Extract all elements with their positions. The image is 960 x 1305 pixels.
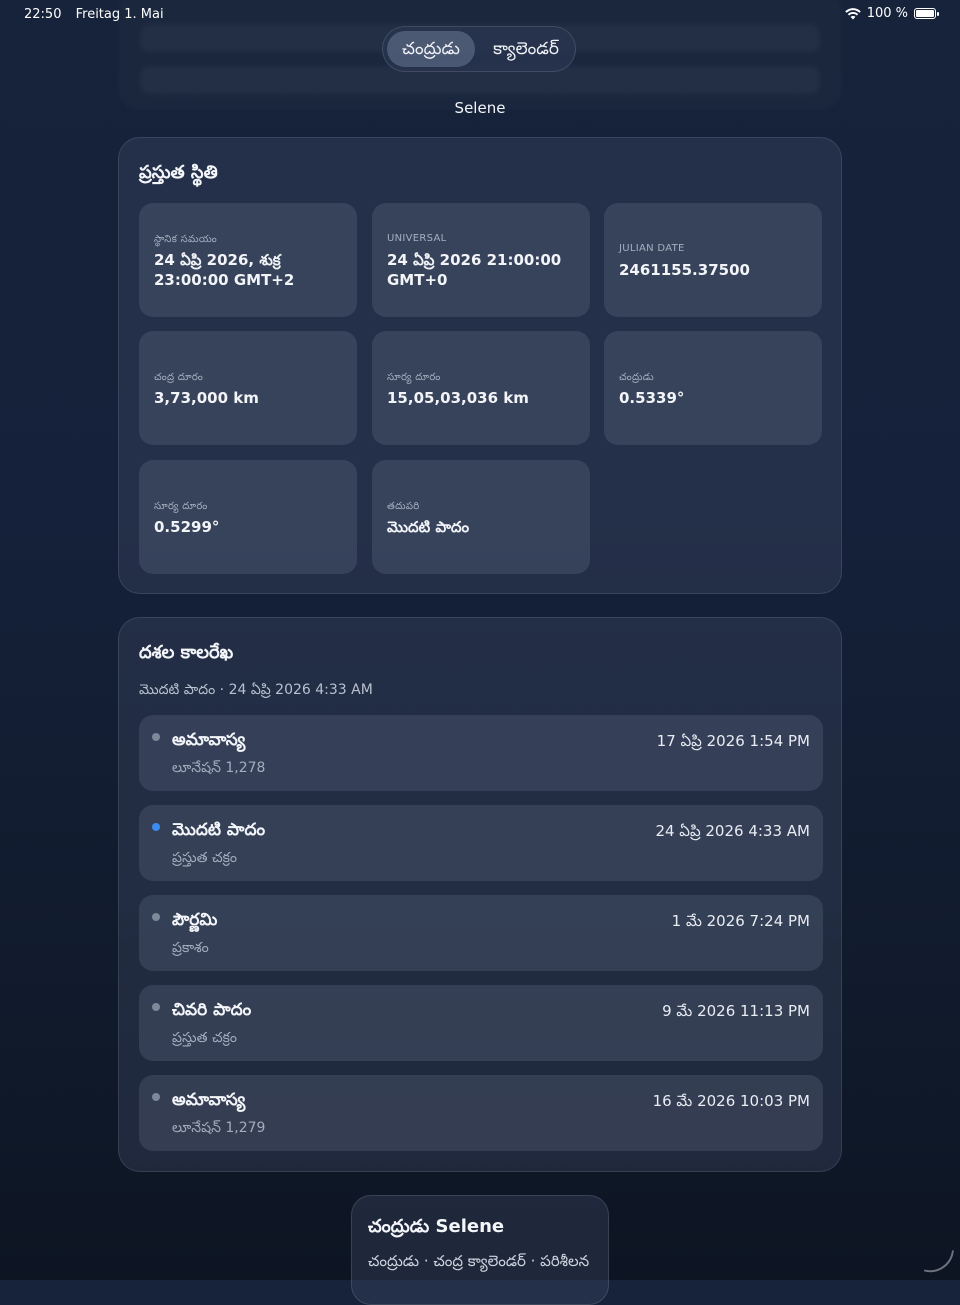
phase-subtitle: ప్రస్తుత చక్రం: [172, 850, 238, 866]
tile-moon-angular-size: చంద్రుడు 0.5339°: [604, 331, 822, 445]
tile-label: సూర్య దూరం: [154, 501, 208, 512]
tile-universal-time: UNIVERSAL 24 ఏప్రి 2026 21:00:00 GMT+0: [372, 203, 590, 317]
phase-subtitle: లూనేషన్ 1,279: [172, 1120, 266, 1136]
tile-label: సూర్య దూరం: [387, 372, 441, 383]
status-time: 22:50: [24, 7, 62, 22]
phase-name: చివరి పాదం: [172, 1000, 252, 1020]
phase-subtitle: లూనేషన్ 1,278: [172, 760, 266, 776]
phase-dot-icon: [152, 1003, 160, 1011]
tile-value: 0.5299°: [154, 518, 220, 536]
app-name: Selene: [454, 99, 506, 117]
wifi-icon: [844, 7, 861, 19]
phase-date: 24 ఏప్రి 2026 4:33 AM: [655, 822, 810, 840]
phase-name: అమావాస్య: [172, 730, 246, 750]
tile-value: 2461155.37500: [619, 261, 750, 279]
tile-sun-angular-size: సూర్య దూరం 0.5299°: [139, 460, 357, 574]
footer-title: చంద్రుడు Selene: [368, 1216, 505, 1237]
tile-local-time: స్థానిక సమయం 24 ఏప్రి 2026, శుక్ర 23:00:…: [139, 203, 357, 317]
tile-label: తదుపరి: [387, 501, 420, 512]
timeline-title: దశల కాలరేఖ: [139, 642, 234, 663]
tile-next-phase: తదుపరి మొదటి పాదం: [372, 460, 590, 574]
tile-label: JULIAN DATE: [619, 243, 685, 254]
current-state-card: ప్రస్తుత స్థితి స్థానిక సమయం 24 ఏప్రి 20…: [118, 137, 842, 594]
phase-row[interactable]: మొదటి పాదం ప్రస్తుత చక్రం 24 ఏప్రి 2026 …: [139, 805, 823, 881]
tile-value: 0.5339°: [619, 389, 685, 407]
tile-sun-distance: సూర్య దూరం 15,05,03,036 km: [372, 331, 590, 445]
phase-timeline-card: దశల కాలరేఖ మొదటి పాదం · 24 ఏప్రి 2026 4:…: [118, 617, 842, 1172]
footer-card: చంద్రుడు Selene చంద్రుడు · చంద్ర క్యాలెం…: [351, 1195, 609, 1305]
phase-dot-icon: [152, 913, 160, 921]
phase-name: అమావాస్య: [172, 1090, 246, 1110]
phase-dot-icon: [152, 823, 160, 831]
phase-date: 16 మే 2026 10:03 PM: [652, 1092, 810, 1110]
phase-date: 9 మే 2026 11:13 PM: [662, 1002, 810, 1020]
phase-name: పౌర్ణమి: [172, 910, 218, 930]
tab-moon[interactable]: చంద్రుడు: [387, 31, 475, 67]
tile-value: 3,73,000 km: [154, 389, 259, 407]
phase-row[interactable]: పౌర్ణమి ప్రకాశం 1 మే 2026 7:24 PM: [139, 895, 823, 971]
phase-date: 17 ఏప్రి 2026 1:54 PM: [656, 732, 810, 750]
phase-dot-icon: [152, 733, 160, 741]
tile-label: UNIVERSAL: [387, 233, 447, 244]
resize-handle-icon[interactable]: [923, 1245, 955, 1277]
tile-label: చంద్రుడు: [619, 372, 654, 383]
tile-label: స్థానిక సమయం: [154, 234, 218, 245]
footer-subtitle: చంద్రుడు · చంద్ర క్యాలెండర్ · పరిశీలన: [368, 1252, 590, 1270]
battery-icon: [914, 8, 939, 19]
tile-value: మొదటి పాదం: [387, 518, 470, 536]
phase-dot-icon: [152, 1093, 160, 1101]
phase-subtitle: ప్రస్తుత చక్రం: [172, 1030, 238, 1046]
phase-row[interactable]: అమావాస్య లూనేషన్ 1,279 16 మే 2026 10:03 …: [139, 1075, 823, 1151]
view-switcher: చంద్రుడు క్యాలెండర్: [382, 26, 576, 72]
phase-row[interactable]: చివరి పాదం ప్రస్తుత చక్రం 9 మే 2026 11:1…: [139, 985, 823, 1061]
tab-calendar[interactable]: క్యాలెండర్: [481, 31, 571, 67]
tile-julian-date: JULIAN DATE 2461155.37500: [604, 203, 822, 317]
phase-row[interactable]: అమావాస్య లూనేషన్ 1,278 17 ఏప్రి 2026 1:5…: [139, 715, 823, 791]
tile-label: చంద్ర దూరం: [154, 372, 204, 383]
timeline-subtitle: మొదటి పాదం · 24 ఏప్రి 2026 4:33 AM: [139, 682, 373, 698]
tile-moon-distance: చంద్ర దూరం 3,73,000 km: [139, 331, 357, 445]
tile-value: 24 ఏప్రి 2026 21:00:00 GMT+0: [387, 251, 562, 289]
phase-subtitle: ప్రకాశం: [172, 940, 209, 956]
phase-date: 1 మే 2026 7:24 PM: [671, 912, 810, 930]
phase-name: మొదటి పాదం: [172, 820, 266, 840]
current-state-title: ప్రస్తుత స్థితి: [139, 162, 218, 183]
battery-percent: 100 %: [866, 6, 908, 21]
tile-value: 24 ఏప్రి 2026, శుక్ర 23:00:00 GMT+2: [154, 251, 295, 289]
tile-value: 15,05,03,036 km: [387, 389, 529, 407]
